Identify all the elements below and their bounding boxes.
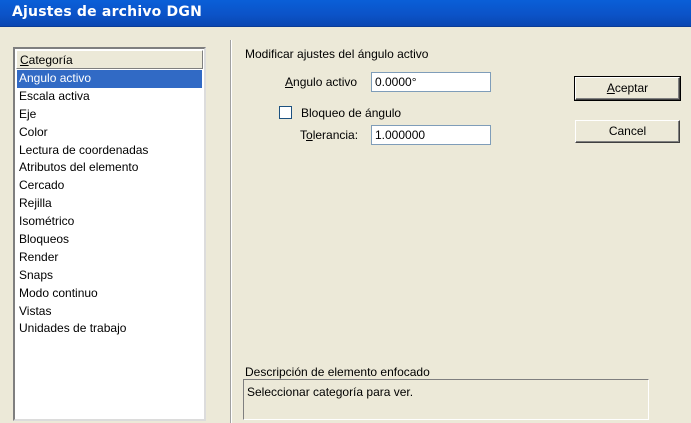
- dgn-settings-dialog: Ajustes de archivo DGN Categoría Angulo …: [0, 0, 691, 423]
- category-item-unidades-de-trabajo[interactable]: Unidades de trabajo: [17, 320, 202, 338]
- category-column-header[interactable]: Categoría: [16, 50, 203, 69]
- category-item-angulo-activo[interactable]: Angulo activo: [17, 70, 202, 88]
- category-item-atributos-del-elemento[interactable]: Atributos del elemento: [17, 159, 202, 177]
- accept-mnemonic: A: [606, 81, 615, 95]
- angle-lock-row: Bloqueo de ángulo: [279, 106, 401, 120]
- category-item-escala-activa[interactable]: Escala activa: [17, 88, 202, 106]
- tolerance-mnemonic: o: [306, 128, 313, 142]
- category-header-mnemonic: C: [20, 53, 29, 67]
- category-item-color[interactable]: Color: [17, 124, 202, 142]
- category-item-cercado[interactable]: Cercado: [17, 177, 202, 195]
- title-bar[interactable]: Ajustes de archivo DGN: [0, 0, 691, 27]
- category-item-modo-continuo[interactable]: Modo continuo: [17, 285, 202, 303]
- accept-label: ceptar: [614, 81, 649, 95]
- active-angle-input[interactable]: 0.0000°: [371, 72, 491, 92]
- angle-lock-label-post: ulo: [385, 106, 402, 120]
- category-list-box: Categoría Angulo activo Escala activa Ej…: [13, 47, 206, 421]
- category-item-snaps[interactable]: Snaps: [17, 267, 202, 285]
- category-list: Angulo activo Escala activa Eje Color Le…: [17, 70, 202, 338]
- section-title: Modificar ajustes del ángulo activo: [245, 47, 429, 61]
- tolerance-label-post: lerancia:: [312, 128, 359, 142]
- angle-lock-label-pre: Bloqueo de án: [301, 106, 379, 120]
- category-item-eje[interactable]: Eje: [17, 106, 202, 124]
- angle-lock-checkbox[interactable]: [279, 106, 292, 119]
- window-title: Ajustes de archivo DGN: [12, 4, 202, 20]
- accept-button[interactable]: Aceptar: [574, 76, 681, 101]
- category-item-render[interactable]: Render: [17, 249, 202, 267]
- active-angle-label-text: ngulo activo: [293, 75, 358, 89]
- tolerance-label: Tolerancia:: [300, 128, 358, 142]
- angle-lock-label[interactable]: Bloqueo de ángulo: [301, 106, 401, 120]
- category-header-label: ategoría: [28, 53, 73, 67]
- active-angle-mnemonic: A: [285, 75, 294, 89]
- category-item-bloqueos[interactable]: Bloqueos: [17, 231, 202, 249]
- description-text: Seleccionar categoría para ver.: [247, 385, 414, 399]
- active-angle-label: Angulo activo: [285, 75, 357, 89]
- category-item-vistas[interactable]: Vistas: [17, 303, 202, 321]
- cancel-button[interactable]: Cancel: [575, 120, 680, 143]
- category-item-rejilla[interactable]: Rejilla: [17, 195, 202, 213]
- pane-divider: [230, 40, 232, 423]
- category-item-lectura-de-coordenadas[interactable]: Lectura de coordenadas: [17, 142, 202, 160]
- description-box: Seleccionar categoría para ver.: [243, 379, 649, 420]
- tolerance-input[interactable]: 1.000000: [371, 125, 491, 145]
- category-item-isometrico[interactable]: Isométrico: [17, 213, 202, 231]
- description-label: Descripción de elemento enfocado: [245, 365, 430, 379]
